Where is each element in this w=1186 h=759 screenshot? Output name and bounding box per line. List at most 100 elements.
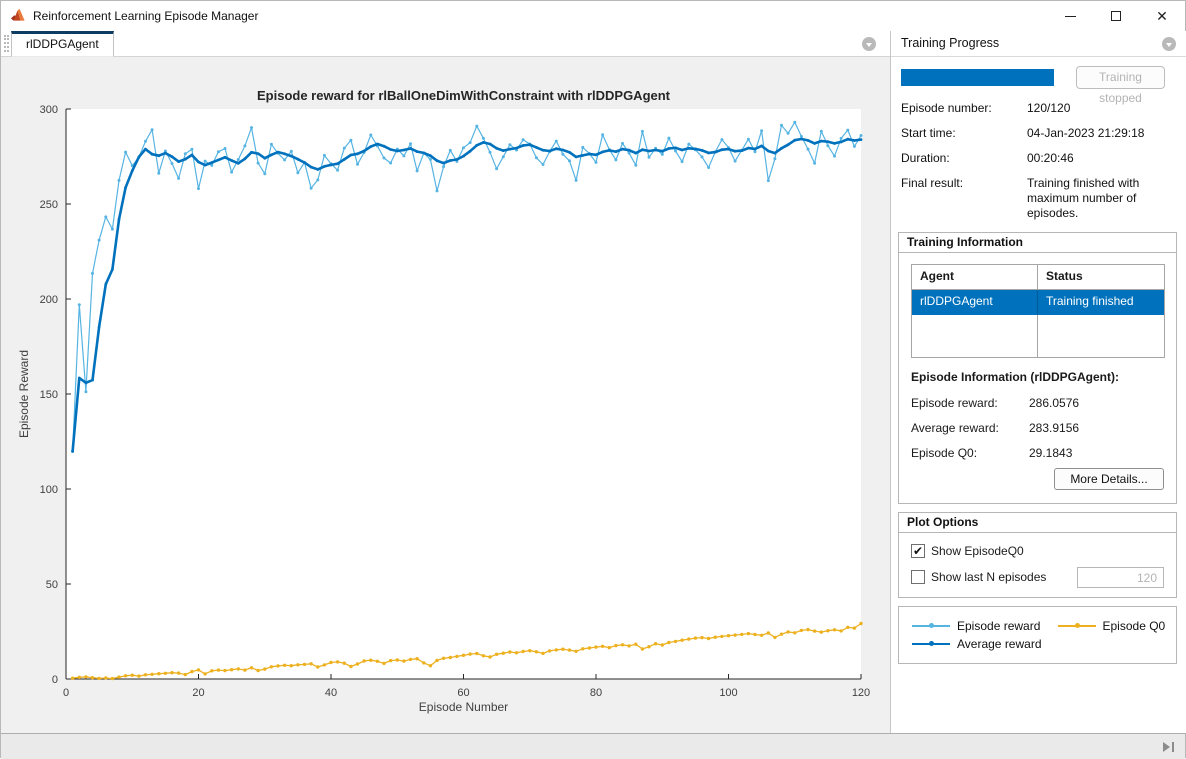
tab-label: rlDDPGAgent bbox=[26, 37, 99, 51]
legend-label: Episode Q0 bbox=[1103, 619, 1166, 633]
svg-text:120: 120 bbox=[852, 687, 870, 699]
last-n-episodes-input[interactable] bbox=[1077, 567, 1164, 588]
show-episodeq0-row: Show EpisodeQ0 bbox=[911, 544, 1024, 558]
svg-text:100: 100 bbox=[719, 687, 737, 699]
final-result-label: Final result: bbox=[901, 176, 1027, 221]
table-row-agent-cell[interactable]: rlDDPGAgent bbox=[912, 290, 1038, 315]
maximize-button[interactable] bbox=[1093, 1, 1139, 31]
plot-options-section: Plot Options Show EpisodeQ0 Show last N … bbox=[898, 512, 1177, 598]
show-last-n-checkbox[interactable] bbox=[911, 570, 925, 584]
chevron-down-icon bbox=[866, 43, 872, 47]
training-progress-panel: Training Progress Training stopped Episo… bbox=[891, 31, 1186, 733]
average-reward-value: 283.9156 bbox=[1029, 421, 1164, 435]
table-empty-cell bbox=[1038, 315, 1164, 357]
panel-title: Training Progress bbox=[901, 31, 999, 56]
tab-collapse-icon[interactable] bbox=[862, 37, 876, 51]
figure-area: 050100150200250300020406080100120Episode… bbox=[1, 57, 890, 733]
episode-manager-window: Reinforcement Learning Episode Manager ✕… bbox=[0, 0, 1186, 758]
average-reward-row: Average reward: 283.9156 bbox=[911, 421, 1164, 435]
title-bar: Reinforcement Learning Episode Manager ✕ bbox=[1, 1, 1185, 31]
average-reward-line-swatch bbox=[912, 643, 950, 645]
training-progress-bar bbox=[901, 69, 1054, 86]
svg-text:40: 40 bbox=[325, 687, 337, 699]
svg-text:60: 60 bbox=[457, 687, 469, 699]
episode-reward-value: 286.0576 bbox=[1029, 396, 1164, 410]
svg-text:50: 50 bbox=[46, 579, 58, 591]
table-empty-cell bbox=[912, 315, 1038, 357]
episode-q0-row: Episode Q0: 29.1843 bbox=[911, 446, 1164, 460]
training-information-section: Training Information Agent Status rlDDPG… bbox=[898, 232, 1177, 504]
agent-status-table: Agent Status rlDDPGAgent Training finish… bbox=[911, 264, 1165, 358]
legend-entry-episode-reward: Episode reward bbox=[912, 618, 1042, 633]
marker-dot-icon bbox=[1075, 623, 1080, 628]
svg-text:200: 200 bbox=[40, 294, 58, 306]
legend-label: Episode reward bbox=[957, 619, 1040, 633]
chevron-down-icon bbox=[1166, 43, 1172, 47]
episode-q0-line-swatch bbox=[1058, 625, 1096, 627]
episode-reward-chart: 050100150200250300020406080100120Episode… bbox=[1, 57, 890, 733]
duration-label: Duration: bbox=[901, 151, 1027, 166]
dock-arrow-icon[interactable] bbox=[1163, 742, 1174, 752]
tab-rlddpgagent[interactable]: rlDDPGAgent bbox=[11, 31, 114, 57]
show-last-n-label: Show last N episodes bbox=[931, 570, 1046, 584]
legend-column-1: Episode reward Average reward bbox=[912, 618, 1042, 662]
svg-text:Episode Number: Episode Number bbox=[419, 700, 508, 714]
svg-text:Episode reward for rlBallOneDi: Episode reward for rlBallOneDimWithConst… bbox=[257, 88, 671, 103]
svg-text:0: 0 bbox=[52, 674, 58, 686]
duration-row: Duration: 00:20:46 bbox=[901, 151, 1179, 166]
episode-number-row: Episode number: 120/120 bbox=[901, 101, 1179, 116]
start-time-row: Start time: 04-Jan-2023 21:29:18 bbox=[901, 126, 1179, 141]
table-header-status: Status bbox=[1038, 265, 1164, 290]
chart-legend: Episode reward Average reward Episode Q0 bbox=[898, 606, 1177, 664]
table-header-agent: Agent bbox=[912, 265, 1038, 290]
svg-text:20: 20 bbox=[192, 687, 204, 699]
episode-reward-row: Episode reward: 286.0576 bbox=[911, 396, 1164, 410]
close-button[interactable]: ✕ bbox=[1139, 1, 1185, 31]
minimize-button[interactable] bbox=[1047, 1, 1093, 31]
svg-text:300: 300 bbox=[40, 104, 58, 116]
episode-number-value: 120/120 bbox=[1027, 101, 1179, 116]
training-information-title: Training Information bbox=[899, 233, 1176, 253]
svg-text:Episode Reward: Episode Reward bbox=[17, 350, 31, 438]
legend-column-2: Episode Q0 bbox=[1058, 618, 1166, 662]
legend-entry-episode-q0: Episode Q0 bbox=[1058, 618, 1166, 633]
svg-text:150: 150 bbox=[40, 389, 58, 401]
panel-drag-handle[interactable] bbox=[4, 35, 9, 52]
final-result-row: Final result: Training finished with max… bbox=[901, 176, 1179, 221]
maximize-icon bbox=[1111, 11, 1121, 21]
svg-text:0: 0 bbox=[63, 687, 69, 699]
bar-icon bbox=[1172, 742, 1174, 752]
svg-text:80: 80 bbox=[590, 687, 602, 699]
duration-value: 00:20:46 bbox=[1027, 151, 1179, 166]
start-time-value: 04-Jan-2023 21:29:18 bbox=[1027, 126, 1179, 141]
plot-options-title: Plot Options bbox=[899, 513, 1176, 533]
episode-q0-label: Episode Q0: bbox=[911, 446, 1029, 460]
close-icon: ✕ bbox=[1156, 9, 1168, 23]
window-title: Reinforcement Learning Episode Manager bbox=[33, 1, 258, 31]
marker-dot-icon bbox=[929, 641, 934, 646]
show-episodeq0-label: Show EpisodeQ0 bbox=[931, 544, 1024, 558]
table-row-status-cell[interactable]: Training finished bbox=[1038, 290, 1164, 315]
svg-text:100: 100 bbox=[40, 484, 58, 496]
episode-information-title: Episode Information (rlDDPGAgent): bbox=[911, 370, 1119, 384]
legend-entry-average-reward: Average reward bbox=[912, 636, 1042, 651]
episode-reward-line-swatch bbox=[912, 625, 950, 627]
show-last-n-row: Show last N episodes bbox=[911, 570, 1046, 584]
minimize-icon bbox=[1065, 16, 1076, 17]
play-triangle-icon bbox=[1163, 742, 1170, 752]
more-details-button[interactable]: More Details... bbox=[1054, 468, 1164, 490]
panel-header: Training Progress bbox=[891, 31, 1186, 57]
tab-bar: rlDDPGAgent bbox=[1, 31, 890, 57]
episode-number-label: Episode number: bbox=[901, 101, 1027, 116]
final-result-value: Training finished with maximum number of… bbox=[1027, 176, 1167, 221]
average-reward-label: Average reward: bbox=[911, 421, 1029, 435]
matlab-logo-icon bbox=[10, 8, 26, 24]
training-progress-fill bbox=[901, 69, 1054, 86]
legend-label: Average reward bbox=[957, 637, 1042, 651]
show-episodeq0-checkbox[interactable] bbox=[911, 544, 925, 558]
marker-dot-icon bbox=[929, 623, 934, 628]
training-stopped-button[interactable]: Training stopped bbox=[1076, 66, 1165, 89]
panel-collapse-icon[interactable] bbox=[1162, 37, 1176, 51]
episode-reward-label: Episode reward: bbox=[911, 396, 1029, 410]
status-bar bbox=[1, 733, 1185, 759]
